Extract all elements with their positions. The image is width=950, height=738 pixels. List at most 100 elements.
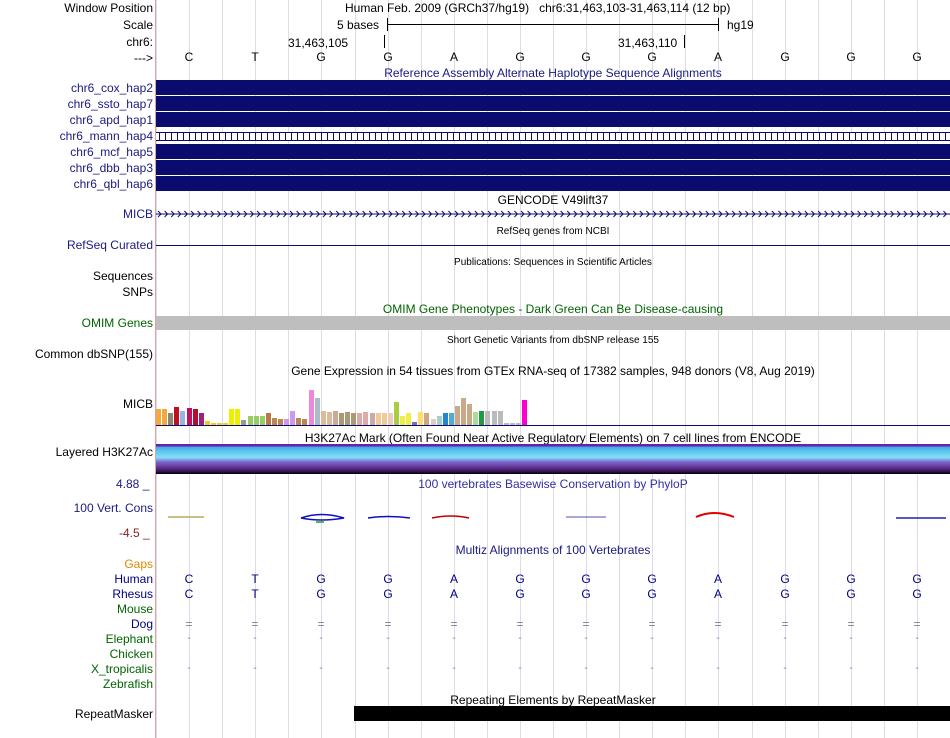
h3k27ac-signal[interactable] <box>156 444 950 474</box>
gtex-tissue-bar[interactable] <box>492 411 497 425</box>
reference-base: G <box>647 50 657 64</box>
gtex-tissue-bar[interactable] <box>193 409 198 425</box>
species-label[interactable]: Zebrafish <box>103 677 153 691</box>
species-base: G <box>912 587 922 601</box>
species-label[interactable]: Mouse <box>117 602 153 616</box>
gtex-tissue-bar[interactable] <box>266 413 271 425</box>
haplotype-alignment-bar[interactable] <box>156 160 950 175</box>
omim-gene-feature[interactable] <box>156 316 950 330</box>
reference-base: G <box>515 50 525 64</box>
gtex-tissue-bar[interactable] <box>418 412 423 425</box>
gtex-tissue-bar[interactable] <box>467 404 472 425</box>
gtex-tissue-bar[interactable] <box>522 400 527 425</box>
haplotype-label[interactable]: chr6_ssto_hap7 <box>68 97 153 111</box>
haplotype-alignment-bar[interactable] <box>156 132 950 141</box>
gtex-track-label[interactable]: MICB <box>123 397 153 411</box>
gtex-tissue-bar[interactable] <box>473 412 478 425</box>
species-label[interactable]: Elephant <box>106 632 153 646</box>
gtex-tissue-bar[interactable] <box>156 409 161 425</box>
species-base: = <box>185 617 193 631</box>
reference-base: G <box>912 50 922 64</box>
gtex-tissue-bar[interactable] <box>296 418 301 425</box>
position-2: 31,463,110 <box>618 36 678 50</box>
haplotype-label[interactable]: chr6_apd_hap1 <box>70 113 153 127</box>
gtex-tissue-bar[interactable] <box>400 416 405 425</box>
refseq-track-label[interactable]: RefSeq Curated <box>67 238 153 252</box>
gtex-tissue-bar[interactable] <box>168 413 173 425</box>
gtex-tissue-bar[interactable] <box>333 411 338 425</box>
gtex-tissue-bar[interactable] <box>357 413 362 425</box>
gtex-tissue-bar[interactable] <box>370 413 375 425</box>
gtex-tissue-bar[interactable] <box>260 416 265 425</box>
gtex-tissue-bar[interactable] <box>461 398 466 425</box>
gtex-tissue-bar[interactable] <box>394 402 399 425</box>
haplotype-label[interactable]: chr6_cox_hap2 <box>71 81 153 95</box>
gtex-tissue-bar[interactable] <box>162 409 167 425</box>
gtex-tissue-bar[interactable] <box>327 412 332 425</box>
omim-track-label[interactable]: OMIM Genes <box>82 316 153 330</box>
strand-arrow-label: ---> <box>134 51 153 65</box>
species-label[interactable]: Dog <box>131 617 153 631</box>
gtex-tissue-bar[interactable] <box>272 418 277 425</box>
gtex-tissue-bar[interactable] <box>248 416 253 425</box>
haplotype-alignment-bar[interactable] <box>156 144 950 159</box>
gtex-tissue-bar[interactable] <box>443 413 448 425</box>
gtex-tissue-bar[interactable] <box>449 413 454 425</box>
dbsnp-track-label[interactable]: Common dbSNP(155) <box>35 347 153 361</box>
publications-label-sequences[interactable]: Sequences <box>93 269 153 283</box>
gtex-tissue-bar[interactable] <box>455 406 460 425</box>
haplotype-alignment-bar[interactable] <box>156 112 950 127</box>
gtex-tissue-bar[interactable] <box>479 411 484 425</box>
haplotype-label[interactable]: chr6_mann_hap4 <box>60 129 153 143</box>
species-base: - <box>849 663 853 674</box>
gtex-tissue-bar[interactable] <box>498 411 503 425</box>
gtex-tissue-bar[interactable] <box>309 390 314 425</box>
gtex-tissue-bar[interactable] <box>187 408 192 425</box>
gtex-tissue-bar[interactable] <box>388 413 393 425</box>
gtex-tissue-bar[interactable] <box>351 413 356 425</box>
species-label[interactable]: Human <box>114 572 153 586</box>
gtex-tissue-bar[interactable] <box>382 413 387 425</box>
phylop-track-label[interactable]: 100 Vert. Cons <box>74 501 153 515</box>
haplotype-label[interactable]: chr6_mcf_hap5 <box>70 145 153 159</box>
species-base: - <box>253 663 257 674</box>
species-label[interactable]: X_tropicalis <box>91 662 153 676</box>
gtex-tissue-bar[interactable] <box>235 409 240 425</box>
gtex-tissue-bar[interactable] <box>180 411 185 425</box>
species-label[interactable]: Rhesus <box>112 587 153 601</box>
gtex-tissue-bar[interactable] <box>485 411 490 425</box>
phylop-signal[interactable] <box>156 508 950 528</box>
haplotype-alignment-bar[interactable] <box>156 96 950 111</box>
gtex-tissue-bar[interactable] <box>424 413 429 425</box>
gtex-tissue-bar[interactable] <box>321 411 326 425</box>
species-base: = <box>582 617 590 631</box>
gtex-tissue-bar[interactable] <box>315 398 320 425</box>
repeatmasker-track-label[interactable]: RepeatMasker <box>75 707 153 721</box>
gtex-tissue-bar[interactable] <box>345 412 350 425</box>
haplotype-label[interactable]: chr6_qbl_hap6 <box>74 177 153 191</box>
gtex-tissue-bar[interactable] <box>406 413 411 425</box>
gtex-gene-line <box>156 425 950 426</box>
haplotype-alignment-bar[interactable] <box>156 176 950 191</box>
gencode-track-label[interactable]: MICB <box>123 207 153 221</box>
gtex-tissue-bar[interactable] <box>437 416 442 425</box>
gtex-tissue-bar[interactable] <box>199 413 204 425</box>
gtex-tissue-bar[interactable] <box>363 412 368 425</box>
gtex-tissue-bar[interactable] <box>254 416 259 425</box>
refseq-gene-feature[interactable] <box>156 245 950 246</box>
gencode-gene-feature[interactable] <box>156 208 950 220</box>
gtex-tissue-bar[interactable] <box>174 407 179 425</box>
species-base: A <box>449 587 458 601</box>
h3k27ac-track-label[interactable]: Layered H3K27Ac <box>56 445 153 459</box>
haplotype-label[interactable]: chr6_dbb_hap3 <box>70 161 153 175</box>
species-base: A <box>713 587 722 601</box>
gtex-tissue-bar[interactable] <box>229 409 234 425</box>
reference-base: C <box>184 50 194 64</box>
species-label[interactable]: Chicken <box>110 647 153 661</box>
gtex-tissue-bar[interactable] <box>376 413 381 425</box>
gtex-expression-bars[interactable] <box>156 379 556 425</box>
gtex-tissue-bar[interactable] <box>339 413 344 425</box>
gtex-tissue-bar[interactable] <box>290 411 295 425</box>
haplotype-alignment-bar[interactable] <box>156 80 950 95</box>
repeatmasker-element[interactable] <box>354 706 950 721</box>
